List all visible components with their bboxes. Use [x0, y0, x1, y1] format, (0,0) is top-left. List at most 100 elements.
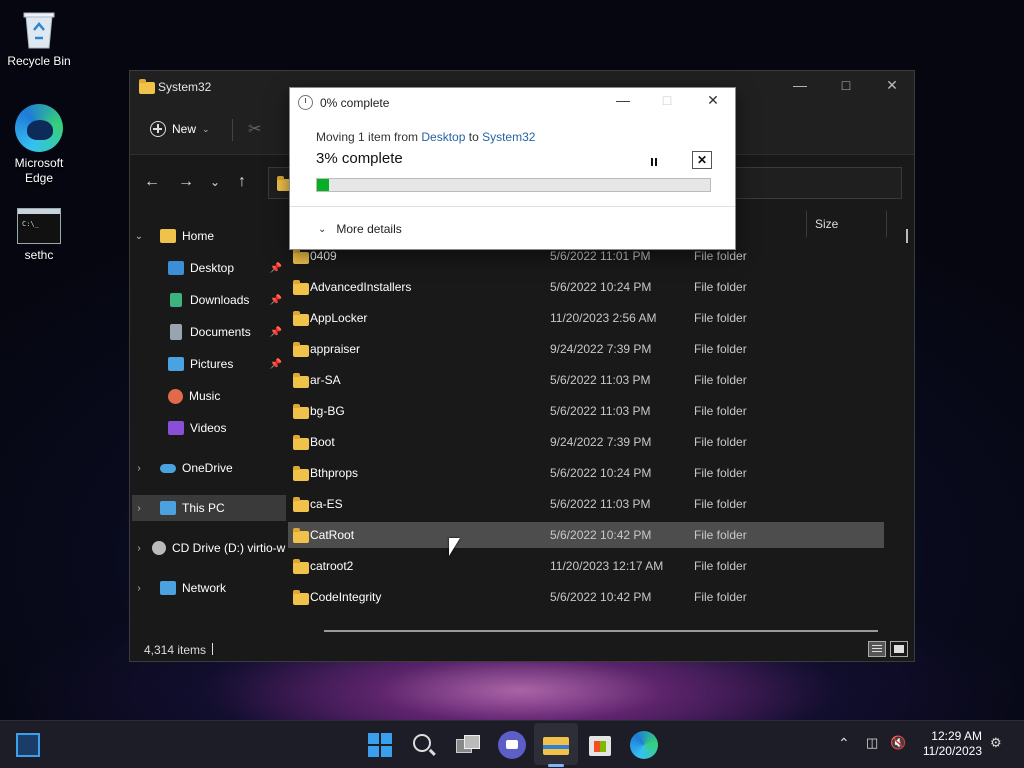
documents-icon: [170, 324, 182, 340]
source-link[interactable]: Desktop: [421, 130, 465, 144]
network-status-icon[interactable]: ◫: [866, 735, 878, 751]
forward-button[interactable]: →: [178, 173, 194, 191]
videos-icon: [168, 421, 184, 435]
sidebar-item-onedrive[interactable]: › OneDrive: [132, 455, 286, 481]
chevron-right-icon[interactable]: ›: [132, 543, 146, 554]
chevron-right-icon[interactable]: ›: [132, 463, 146, 474]
file-type: File folder: [694, 311, 747, 325]
move-progress-dialog: 0% complete — □ ✕ Moving 1 item from Des…: [289, 87, 736, 250]
recent-locations-button[interactable]: ⌄: [210, 175, 220, 189]
edge-icon[interactable]: [630, 731, 658, 759]
table-row[interactable]: appraiser 9/24/2022 7:39 PM File folder: [288, 336, 884, 362]
pause-icon[interactable]: [648, 156, 660, 168]
file-name: CatRoot: [310, 528, 355, 542]
file-explorer-icon[interactable]: [542, 731, 570, 759]
table-row[interactable]: bg-BG 5/6/2022 11:03 PM File folder: [288, 398, 884, 424]
task-view-icon[interactable]: [454, 731, 482, 759]
table-row[interactable]: Bthprops 5/6/2022 10:24 PM File folder: [288, 460, 884, 486]
sidebar-item-label: Music: [189, 389, 221, 403]
desktop-icon-label: Microsoft Edge: [14, 156, 64, 185]
cut-icon[interactable]: ✂: [248, 119, 261, 139]
minimize-button[interactable]: —: [778, 77, 822, 97]
table-row[interactable]: ca-ES 5/6/2022 11:03 PM File folder: [288, 491, 884, 517]
sidebar-item-label: Documents: [190, 325, 251, 339]
folder-icon: [293, 280, 309, 295]
folder-icon: [293, 435, 309, 450]
vertical-scrollbar[interactable]: [906, 229, 908, 243]
sidebar-item-network[interactable]: › Network: [132, 575, 286, 601]
toolbar-divider: [232, 119, 233, 141]
item-count: 4,314 items: [144, 643, 207, 657]
folder-icon: [293, 528, 309, 543]
file-type: File folder: [694, 404, 747, 418]
sidebar-item-cd-drive[interactable]: › CD Drive (D:) virtio-w: [132, 535, 286, 561]
navigation-pane: ⌄ Home Desktop 📌 Downloads 📌 Documents 📌…: [130, 211, 288, 633]
tiles-view-button[interactable]: [890, 641, 908, 657]
sidebar-item-downloads[interactable]: Downloads 📌: [132, 287, 286, 313]
more-details-label: More details: [336, 222, 402, 236]
volume-muted-icon[interactable]: 🔇: [890, 735, 906, 751]
more-details-button[interactable]: ⌄ More details: [318, 222, 402, 236]
start-icon[interactable]: [366, 731, 394, 759]
desktop-icon-label: Recycle Bin: [7, 54, 71, 68]
table-row[interactable]: CodeIntegrity 5/6/2022 10:42 PM File fol…: [288, 584, 884, 610]
horizontal-scrollbar[interactable]: [324, 630, 878, 632]
sidebar-item-pictures[interactable]: Pictures 📌: [132, 351, 286, 377]
pin-icon: 📌: [269, 358, 282, 370]
back-button[interactable]: ←: [144, 173, 160, 191]
close-button[interactable]: ✕: [698, 92, 728, 112]
sidebar-item-this-pc[interactable]: › This PC: [132, 495, 286, 521]
column-size[interactable]: Size: [806, 211, 838, 237]
chat-icon[interactable]: [498, 731, 526, 759]
chevron-right-icon[interactable]: ›: [132, 503, 146, 514]
sidebar-item-desktop[interactable]: Desktop 📌: [132, 255, 286, 281]
table-row[interactable]: Boot 9/24/2022 7:39 PM File folder: [288, 429, 884, 455]
widgets-icon[interactable]: [16, 733, 40, 757]
file-name: 0409: [310, 249, 337, 263]
folder-icon: [293, 559, 309, 574]
details-view-button[interactable]: [868, 641, 886, 657]
sidebar-item-documents[interactable]: Documents 📌: [132, 319, 286, 345]
status-divider: [212, 643, 213, 655]
table-row[interactable]: ar-SA 5/6/2022 11:03 PM File folder: [288, 367, 884, 393]
taskbar-clock[interactable]: 12:29 AM 11/20/2023: [914, 729, 982, 759]
table-row[interactable]: CatRoot 5/6/2022 10:42 PM File folder: [288, 522, 884, 548]
close-button[interactable]: ✕: [870, 77, 914, 97]
sidebar-item-label: Videos: [190, 421, 227, 435]
maximize-button[interactable]: □: [824, 77, 868, 97]
destination-link[interactable]: System32: [482, 130, 535, 144]
desktop-icon-recycle-bin[interactable]: Recycle Bin: [0, 8, 78, 69]
table-row[interactable]: AdvancedInstallers 5/6/2022 10:24 PM Fil…: [288, 274, 884, 300]
new-button[interactable]: New ⌄: [150, 117, 210, 141]
sidebar-item-videos[interactable]: Videos: [132, 415, 286, 441]
cancel-button[interactable]: ✕: [692, 151, 712, 169]
moving-description: Moving 1 item from Desktop to System32: [316, 130, 535, 144]
search-icon[interactable]: [410, 731, 438, 759]
file-name: CodeIntegrity: [310, 590, 382, 604]
desktop-icon-edge[interactable]: Microsoft Edge: [0, 104, 78, 186]
chevron-down-icon[interactable]: ⌄: [132, 231, 146, 242]
sidebar-item-home[interactable]: ⌄ Home: [132, 223, 286, 249]
window-title: System32: [158, 80, 212, 94]
file-name: AppLocker: [310, 311, 368, 325]
file-type: File folder: [694, 528, 747, 542]
file-name: ar-SA: [310, 373, 341, 387]
table-row[interactable]: catroot2 11/20/2023 12:17 AM File folder: [288, 553, 884, 579]
table-row[interactable]: AppLocker 11/20/2023 2:56 AM File folder: [288, 305, 884, 331]
chevron-right-icon[interactable]: ›: [132, 583, 146, 594]
minimize-button[interactable]: —: [608, 92, 638, 112]
file-date: 5/6/2022 11:03 PM: [550, 373, 651, 387]
file-date: 5/6/2022 11:03 PM: [550, 404, 651, 418]
store-icon[interactable]: [586, 731, 614, 759]
chevron-down-icon: ⌄: [202, 123, 210, 134]
file-name: AdvancedInstallers: [310, 280, 412, 294]
show-hidden-icons-icon[interactable]: ⌃: [838, 735, 850, 752]
column-divider[interactable]: [886, 211, 887, 237]
up-button[interactable]: ↑: [238, 173, 246, 191]
file-date: 5/6/2022 10:42 PM: [550, 590, 652, 604]
sidebar-item-music[interactable]: Music: [132, 383, 286, 409]
folder-icon: [293, 311, 309, 326]
desktop-icon-sethc[interactable]: C:\_ sethc: [0, 208, 78, 263]
notification-icon[interactable]: ⚙: [990, 735, 1002, 751]
dialog-divider: [290, 206, 735, 207]
